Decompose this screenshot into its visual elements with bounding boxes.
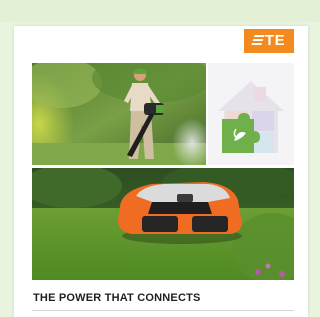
- logo-bars-icon: [251, 35, 265, 46]
- puzzle-house-graphic: [208, 63, 294, 165]
- te-logo: TE: [244, 29, 294, 53]
- robotic-mower-photo: [32, 168, 294, 280]
- leaf-blower-photo: [32, 63, 206, 165]
- divider: [32, 310, 294, 311]
- logo-text: TE: [264, 32, 286, 49]
- headline: THE POWER THAT CONNECTS: [33, 292, 201, 304]
- top-banner-strip: [0, 0, 320, 22]
